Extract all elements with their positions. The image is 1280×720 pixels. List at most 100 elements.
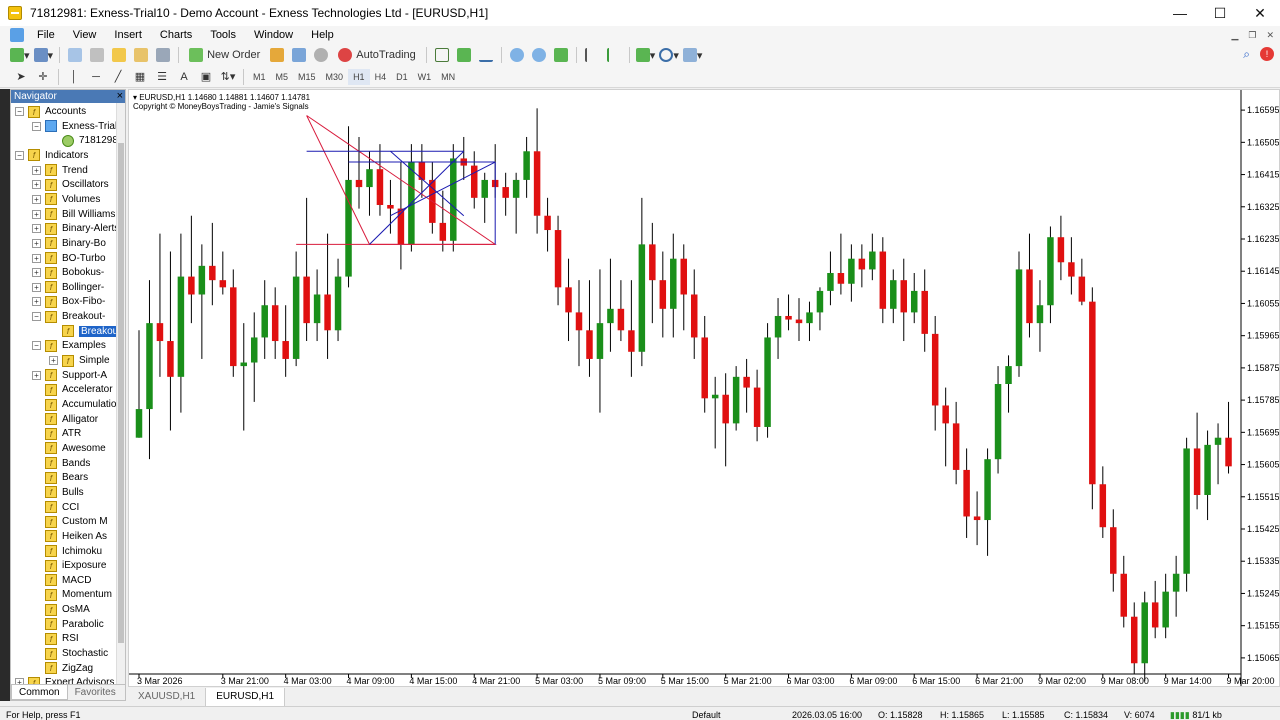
navigator-item[interactable]: + f Volumes: [32, 192, 100, 207]
equidistant-channel-button[interactable]: ▦: [131, 68, 149, 86]
expand-icon[interactable]: +: [32, 268, 41, 278]
navigator-item[interactable]: − f Indicators: [15, 148, 88, 163]
navigator-item[interactable]: + f Bill Williams: [32, 207, 115, 222]
navigator-item[interactable]: + f Binary-Bo: [32, 236, 106, 251]
navigator-item[interactable]: + f Oscillators: [32, 177, 109, 192]
templates-button[interactable]: ▾: [682, 46, 702, 64]
timeframe-h1[interactable]: H1: [348, 68, 370, 85]
timeframe-w1[interactable]: W1: [413, 69, 437, 85]
text-label-button[interactable]: ▣: [197, 68, 215, 86]
navigator-scrollbar[interactable]: [116, 103, 125, 685]
market-button[interactable]: [312, 46, 330, 64]
navigator-item[interactable]: f Custom M: [32, 514, 108, 529]
zoom-in-button[interactable]: [508, 46, 526, 64]
line-chart-button[interactable]: [477, 46, 495, 64]
price-chart[interactable]: 1.16595 1.16505 1.16415 1.16325 1.16235 1.161…: [129, 90, 1279, 686]
terminal-button[interactable]: [132, 46, 150, 64]
collapse-icon[interactable]: −: [15, 150, 24, 160]
search-icon[interactable]: ⌕: [1243, 47, 1250, 62]
periods-button[interactable]: ▾: [659, 46, 679, 64]
collapse-icon[interactable]: −: [15, 107, 24, 116]
navigator-item[interactable]: f ZigZag: [32, 661, 93, 676]
navigator-item[interactable]: + f Bollinger-: [32, 280, 104, 295]
navigator-item[interactable]: f Accumulation: [32, 397, 117, 412]
navigator-item[interactable]: f OsMA: [32, 602, 90, 617]
expand-icon[interactable]: +: [49, 356, 58, 366]
market-watch-button[interactable]: [66, 46, 84, 64]
navigator-item[interactable]: f RSI: [32, 631, 79, 646]
navigator-item[interactable]: + f BO-Turbo: [32, 251, 106, 266]
menu-view[interactable]: View: [64, 26, 106, 44]
navigator-close-button[interactable]: ×: [117, 90, 123, 103]
navigator-item[interactable]: f Bears: [32, 470, 88, 485]
navigator-item[interactable]: + f Bobokus-: [32, 265, 104, 280]
fibonacci-button[interactable]: ☰: [153, 68, 171, 86]
menu-insert[interactable]: Insert: [105, 26, 151, 44]
navigator-item[interactable]: f ATR: [32, 426, 81, 441]
chart-tab-eurusd[interactable]: EURUSD,H1: [206, 688, 286, 706]
candlestick-button[interactable]: [455, 46, 473, 64]
trendline-button[interactable]: ╱: [109, 68, 127, 86]
text-button[interactable]: A: [175, 68, 193, 86]
menu-window[interactable]: Window: [245, 26, 302, 44]
navigator-item[interactable]: f MACD: [32, 573, 91, 588]
navigator-item[interactable]: + f Simple: [49, 353, 110, 368]
collapse-icon[interactable]: −: [32, 121, 41, 131]
collapse-icon[interactable]: −: [32, 341, 41, 351]
navigator-item[interactable]: f Stochastic: [32, 646, 108, 661]
navigator-button[interactable]: [110, 46, 128, 64]
collapse-icon[interactable]: −: [32, 312, 41, 322]
mdi-close-icon[interactable]: ✕: [1266, 26, 1274, 44]
new-order-button[interactable]: New Order: [185, 46, 264, 64]
mdi-minimize-icon[interactable]: ▁: [1231, 26, 1238, 44]
navigator-item[interactable]: f Accelerator: [32, 382, 113, 397]
expand-icon[interactable]: +: [32, 297, 41, 307]
navigator-item[interactable]: + f Support-A: [32, 368, 107, 383]
expand-icon[interactable]: +: [32, 253, 41, 263]
timeframe-h4[interactable]: H4: [370, 69, 392, 85]
expand-icon[interactable]: +: [32, 209, 41, 219]
navigator-item[interactable]: − f Breakout-: [32, 309, 105, 324]
indicators-button[interactable]: ▾: [635, 46, 655, 64]
menu-file[interactable]: File: [28, 26, 64, 44]
arrows-button[interactable]: ⇅▾: [219, 68, 237, 86]
autotrading-button[interactable]: AutoTrading: [334, 46, 420, 64]
navigator-scroll-thumb[interactable]: [118, 143, 124, 643]
close-button[interactable]: ✕: [1240, 0, 1280, 26]
crosshair-button[interactable]: ✛: [34, 68, 52, 86]
mdi-restore-icon[interactable]: ❐: [1248, 26, 1256, 44]
navigator-item[interactable]: f Awesome: [32, 441, 106, 456]
navigator-item[interactable]: f iExposure: [32, 558, 106, 573]
tile-windows-button[interactable]: [552, 46, 570, 64]
timeframe-d1[interactable]: D1: [391, 69, 413, 85]
chart-shift-button[interactable]: [583, 46, 601, 64]
navigator-item[interactable]: + f Binary-Alerts: [32, 221, 117, 236]
expand-icon[interactable]: +: [32, 224, 41, 234]
timeframe-m1[interactable]: M1: [248, 69, 271, 85]
navigator-item[interactable]: f CCI: [32, 500, 79, 515]
navigator-item[interactable]: f Ichimoku: [32, 544, 102, 559]
data-window-button[interactable]: [88, 46, 106, 64]
navigator-item[interactable]: − f Accounts: [15, 104, 86, 119]
horizontal-line-button[interactable]: ─: [87, 68, 105, 86]
chart-window[interactable]: 1.16595 1.16505 1.16415 1.16325 1.16235 1.161…: [128, 89, 1280, 687]
expand-icon[interactable]: +: [32, 238, 41, 248]
menu-help[interactable]: Help: [302, 26, 343, 44]
maximize-button[interactable]: ☐: [1200, 0, 1240, 26]
navigator-item[interactable]: 71812981: [49, 133, 117, 148]
menu-charts[interactable]: Charts: [151, 26, 201, 44]
expand-icon[interactable]: +: [32, 194, 41, 204]
navigator-item[interactable]: − Exness-Trial10: [32, 119, 117, 134]
expand-icon[interactable]: +: [32, 180, 41, 190]
vertical-line-button[interactable]: │: [65, 68, 83, 86]
metaeditor-button[interactable]: [268, 46, 286, 64]
chart-tab-xauusd[interactable]: XAUUSD,H1: [128, 688, 207, 706]
auto-scroll-button[interactable]: [605, 46, 623, 64]
new-chart-button[interactable]: ▾: [10, 46, 30, 64]
timeframe-m15[interactable]: M15: [293, 69, 321, 85]
navigator-item[interactable]: + f Box-Fibo-: [32, 294, 105, 309]
navigator-item[interactable]: f Breakout: [49, 324, 117, 339]
bar-chart-button[interactable]: [433, 46, 451, 64]
strategy-tester-button[interactable]: [154, 46, 172, 64]
minimize-button[interactable]: —: [1160, 0, 1200, 26]
